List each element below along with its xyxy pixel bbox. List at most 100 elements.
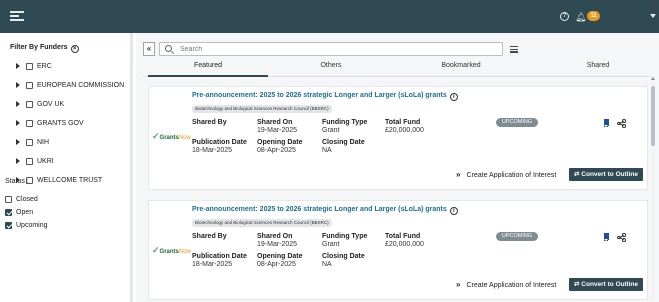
status-filter-item[interactable]: Closed (5, 194, 38, 204)
tab-featured[interactable]: Featured (148, 62, 268, 77)
funder-filter-item[interactable]: UKRI (16, 156, 54, 166)
scrollbar-thumb[interactable] (651, 86, 655, 146)
funder-checkbox[interactable] (26, 157, 33, 165)
funder-label: NIH (37, 138, 50, 146)
filter-title-label: Filter By Funders (10, 44, 68, 51)
tab-bar: Featured Others Bookmarked Shared (143, 60, 653, 77)
collapse-sidebar-button[interactable]: « (143, 42, 155, 56)
convert-to-outline-label: Convert to Outline (581, 281, 638, 288)
create-interest-button[interactable]: » Create Application of Interest (456, 278, 556, 291)
field-label: Shared On (257, 233, 293, 240)
funding-type-field: Funding Type Grant (322, 119, 367, 135)
expand-caret-icon[interactable] (16, 120, 20, 126)
status-checkbox[interactable] (5, 195, 12, 203)
field-label: Opening Date (257, 253, 303, 260)
bookmark-icon[interactable] (604, 119, 609, 127)
funder-filter-item[interactable]: GOV UK (16, 99, 64, 109)
clear-filter-icon[interactable]: × (70, 45, 79, 53)
status-label: Closed (16, 195, 38, 203)
grant-title-text[interactable]: Pre-announcement: 2025 to 2026 strategic… (192, 206, 447, 213)
search-input[interactable] (180, 44, 480, 55)
funder-checkbox[interactable] (26, 119, 33, 127)
expand-caret-icon[interactable] (16, 139, 20, 145)
field-value: 18-Mar-2025 (192, 261, 233, 268)
grant-title-text[interactable]: Pre-announcement: 2025 to 2026 strategic… (192, 92, 447, 99)
share-icon[interactable] (617, 233, 626, 242)
convert-to-outline-button[interactable]: ⇄ Convert to Outline (569, 168, 643, 181)
create-interest-button[interactable]: » Create Application of Interest (456, 168, 556, 181)
status-badge: UPCOMING (496, 232, 538, 241)
field-value: NA (322, 147, 332, 154)
scroll-up-arrow[interactable] (651, 77, 655, 80)
status-checkbox[interactable] (5, 221, 12, 229)
status-filter-item[interactable]: Upcoming (5, 220, 48, 230)
check-icon: ✓ (152, 131, 160, 141)
search-icon (165, 45, 172, 52)
funder-checkbox[interactable] (26, 62, 33, 70)
convert-to-outline-label: Convert to Outline (581, 171, 638, 178)
expand-caret-icon[interactable] (16, 158, 20, 164)
filter-settings-icon[interactable] (510, 46, 518, 53)
notification-badge[interactable]: 11 (587, 11, 600, 21)
field-value: £20,000,000 (385, 241, 424, 248)
closing-date-field: Closing Date NA (322, 139, 365, 155)
bookmark-icon[interactable] (604, 233, 609, 241)
info-icon[interactable]: i (449, 93, 458, 101)
info-icon[interactable]: i (449, 207, 458, 215)
field-label: Opening Date (257, 139, 303, 146)
funder-label: UKRI (37, 157, 54, 165)
field-label: Shared By (192, 233, 227, 240)
opening-date-field: Opening Date 08-Apr-2025 (257, 139, 303, 155)
status-checkbox[interactable] (5, 208, 12, 216)
publication-date-field: Publication Date 18-Mar-2025 (192, 253, 247, 269)
logo-accent-text: Now (178, 249, 191, 255)
field-value: 08-Apr-2025 (257, 147, 296, 154)
search-box[interactable] (159, 42, 518, 56)
funder-filter-item[interactable]: GRANTS GOV (16, 118, 84, 128)
field-label: Funding Type (322, 233, 368, 240)
field-label: Publication Date (192, 253, 247, 260)
funder-checkbox[interactable] (26, 100, 33, 108)
share-icon[interactable] (617, 119, 626, 128)
field-value: Grant (322, 127, 340, 134)
grant-title[interactable]: Pre-announcement: 2025 to 2026 strategic… (192, 206, 458, 215)
expand-caret-icon[interactable] (16, 82, 20, 88)
field-label: Publication Date (192, 139, 247, 146)
tab-others[interactable]: Others (276, 62, 386, 77)
funder-checkbox[interactable] (26, 81, 33, 89)
grantsnow-logo: ✓GrantsNow (152, 131, 191, 142)
tab-bookmarked[interactable]: Bookmarked (401, 62, 521, 77)
funder-filter-item[interactable]: EUROPEAN COMMISSION (16, 80, 124, 90)
convert-to-outline-button[interactable]: ⇄ Convert to Outline (569, 278, 643, 291)
field-label: Closing Date (322, 253, 365, 260)
logo-accent-text: Now (178, 135, 191, 141)
funder-filter-item[interactable]: ERC (16, 61, 52, 71)
field-label: Total Fund (385, 233, 421, 240)
funder-filter-item[interactable]: NIH (16, 137, 49, 147)
shared-by-field: Shared By (192, 119, 227, 127)
question-circle-icon[interactable]: ? (560, 12, 569, 21)
bell-icon[interactable]: 🔔︎ (575, 11, 586, 23)
expand-caret-icon[interactable] (16, 63, 20, 69)
grant-card: Pre-announcement: 2025 to 2026 strategic… (148, 86, 648, 190)
status-filter-item[interactable]: Open (5, 207, 33, 217)
filter-sidebar: Filter By Funders × ERC EUROPEAN COMMISSIO… (0, 33, 133, 302)
funder-label: GOV UK (37, 100, 65, 108)
status-label: Upcoming (16, 221, 48, 229)
field-value: Grant (322, 241, 340, 248)
field-label: Funding Type (322, 119, 368, 126)
expand-caret-icon[interactable] (16, 101, 20, 107)
council-tag: Biotechnology and Biological Sciences Re… (192, 219, 332, 227)
grant-title[interactable]: Pre-announcement: 2025 to 2026 strategic… (192, 92, 458, 101)
status-title: Status : (5, 178, 29, 185)
filter-title: Filter By Funders × (10, 44, 79, 53)
double-chevron-icon: » (456, 280, 461, 289)
search-bar: « (143, 42, 643, 56)
council-tag: Biotechnology and Biological Sciences Re… (192, 105, 332, 113)
hamburger-icon[interactable] (10, 11, 24, 21)
caret-down-icon[interactable] (650, 14, 656, 18)
funder-checkbox[interactable] (26, 138, 33, 146)
shared-on-field: Shared On 19-Mar-2025 (257, 119, 297, 135)
tab-shared[interactable]: Shared (543, 62, 653, 77)
funder-label: ERC (37, 62, 52, 70)
